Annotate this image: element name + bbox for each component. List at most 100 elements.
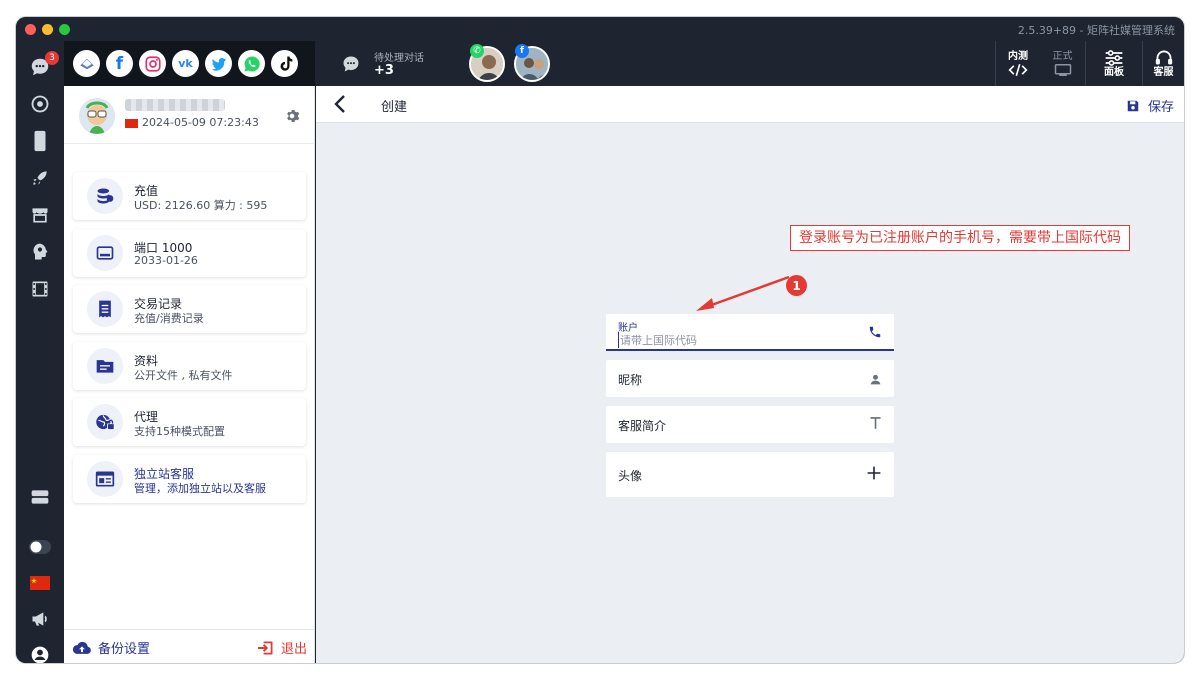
whatsapp-icon[interactable] <box>238 50 265 77</box>
window-title: 2.5.39+89 - 矩阵社媒管理系统 <box>1017 24 1175 37</box>
folder-icon <box>87 348 123 384</box>
back-arrow-icon[interactable] <box>333 94 347 118</box>
card-proxy[interactable]: 代理 支持15种模式配置 <box>73 398 306 446</box>
vk-icon[interactable]: vk <box>172 50 199 77</box>
card-website-support[interactable]: 独立站客服 管理，添加独立站以及客服 <box>73 455 306 503</box>
logout-icon <box>257 641 273 654</box>
phone-handset-icon <box>868 324 882 343</box>
form-header: 创建 保存 <box>316 86 1184 123</box>
headset-icon <box>1155 50 1172 65</box>
person-icon <box>869 371 882 390</box>
floppy-disk-icon <box>1127 100 1139 111</box>
minimize-window-button[interactable] <box>42 24 53 35</box>
annotation-callout: 登录账号为已注册账户的手机号，需要带上国际代码 <box>790 225 1130 251</box>
annotation-arrow <box>696 275 790 311</box>
card-subtitle: 充值/消费记录 <box>134 312 204 325</box>
zoom-window-button[interactable] <box>59 24 70 35</box>
proxy-globe-icon <box>87 404 123 440</box>
app-window: 2.5.39+89 - 矩阵社媒管理系统 3 f vk 待处理对话 +3 ✆ f… <box>16 17 1184 663</box>
intro-label: 客服简介 <box>618 419 667 433</box>
logout-label: 退出 <box>280 642 307 657</box>
internal-test-button[interactable]: 内测 <box>995 41 1040 86</box>
add-icon[interactable] <box>866 465 882 485</box>
internal-test-label: 内测 <box>1008 50 1028 62</box>
facebook-mini-icon: f <box>515 44 529 58</box>
pending-chat-icon[interactable] <box>341 54 361 78</box>
profile-flag-icon <box>125 119 138 128</box>
card-subtitle: 支持15种模式配置 <box>134 425 225 438</box>
account-icon[interactable] <box>28 643 52 663</box>
avatar-field[interactable]: 头像 <box>606 452 894 497</box>
panel-label: 面板 <box>1104 66 1124 78</box>
app-logo-icon[interactable] <box>73 50 100 77</box>
phone-icon[interactable] <box>28 129 52 153</box>
save-label: 保存 <box>1147 100 1174 115</box>
receipt-icon <box>87 291 123 327</box>
card-subtitle: 公开文件 , 私有文件 <box>134 369 233 382</box>
china-flag-icon[interactable] <box>28 571 52 595</box>
backup-settings-button[interactable]: 备份设置 <box>72 638 150 657</box>
official-button[interactable]: 正式 <box>1040 41 1085 86</box>
official-label: 正式 <box>1052 50 1073 62</box>
whatsapp-mini-icon: ✆ <box>470 44 484 58</box>
title-bar: 2.5.39+89 - 矩阵社媒管理系统 <box>16 17 1184 41</box>
card-documents[interactable]: 资料 公开文件 , 私有文件 <box>73 342 306 390</box>
pending-label: 待处理对话 <box>374 53 424 64</box>
text-format-icon <box>869 416 882 434</box>
rocket-icon[interactable] <box>28 166 52 190</box>
nickname-label: 昵称 <box>618 373 643 387</box>
website-icon <box>87 461 123 497</box>
create-form-area: 创建 保存 登录账号为已注册账户的手机号，需要带上国际代码 1 账户 昵称 <box>316 86 1184 663</box>
account-panel: 2024-05-09 07:23:43 充值 USD: 2126.60 算力 :… <box>64 86 315 663</box>
logout-button[interactable]: 退出 <box>257 638 307 657</box>
card-transactions[interactable]: 交易记录 充值/消费记录 <box>73 285 306 333</box>
port-icon <box>87 235 123 271</box>
film-icon[interactable] <box>28 277 52 301</box>
facebook-icon[interactable]: f <box>106 50 133 77</box>
nickname-field[interactable]: 昵称 <box>606 360 894 397</box>
save-button[interactable]: 保存 <box>1126 96 1174 115</box>
annotation-step-marker: 1 <box>786 275 807 296</box>
intro-field[interactable]: 客服简介 <box>606 406 894 443</box>
ai-head-icon[interactable] <box>28 240 52 264</box>
store-icon[interactable] <box>28 203 52 227</box>
unread-badge: 3 <box>45 51 59 65</box>
card-port[interactable]: 端口 1000 2033-01-26 <box>73 229 306 277</box>
profile-header: 2024-05-09 07:23:43 <box>64 86 315 144</box>
megaphone-icon[interactable] <box>28 607 52 631</box>
coins-icon <box>87 178 123 214</box>
theme-toggle[interactable] <box>28 535 52 559</box>
pending-count: +3 <box>374 63 394 78</box>
sliders-icon <box>1105 49 1123 66</box>
close-window-button[interactable] <box>25 24 36 35</box>
account-field[interactable]: 账户 <box>606 314 894 351</box>
profile-date: 2024-05-09 07:23:43 <box>142 116 259 129</box>
account-input[interactable] <box>618 332 848 348</box>
panel-footer: 备份设置 退出 <box>64 629 315 663</box>
browser-icon[interactable] <box>28 92 52 116</box>
panel-button[interactable]: 面板 <box>1085 41 1142 86</box>
code-icon <box>1008 63 1028 76</box>
card-subtitle: USD: 2126.60 算力 : 595 <box>134 199 268 212</box>
profile-name-redacted <box>125 99 225 111</box>
card-recharge[interactable]: 充值 USD: 2126.60 算力 : 595 <box>73 172 306 220</box>
social-platform-strip: f vk <box>64 41 315 86</box>
twitter-icon[interactable] <box>205 50 232 77</box>
instagram-icon[interactable] <box>139 50 166 77</box>
cloud-upload-icon <box>72 641 91 654</box>
storage-icon[interactable] <box>28 485 52 509</box>
tiktok-icon[interactable] <box>271 50 298 77</box>
support-button[interactable]: 客服 <box>1142 41 1184 86</box>
card-subtitle: 管理，添加独立站以及客服 <box>134 482 266 495</box>
gear-icon[interactable] <box>284 108 300 128</box>
top-bar: f vk 待处理对话 +3 ✆ f 内测 正式 面板 客服 <box>64 41 1184 86</box>
icon-rail: 3 <box>16 41 64 663</box>
support-label: 客服 <box>1153 66 1174 78</box>
profile-avatar[interactable] <box>79 98 115 134</box>
backup-label: 备份设置 <box>98 642 151 657</box>
avatar-label: 头像 <box>618 469 643 483</box>
account-underline <box>606 349 894 351</box>
card-subtitle: 2033-01-26 <box>134 254 198 267</box>
page-title: 创建 <box>381 100 408 115</box>
monitor-icon <box>1054 63 1071 76</box>
